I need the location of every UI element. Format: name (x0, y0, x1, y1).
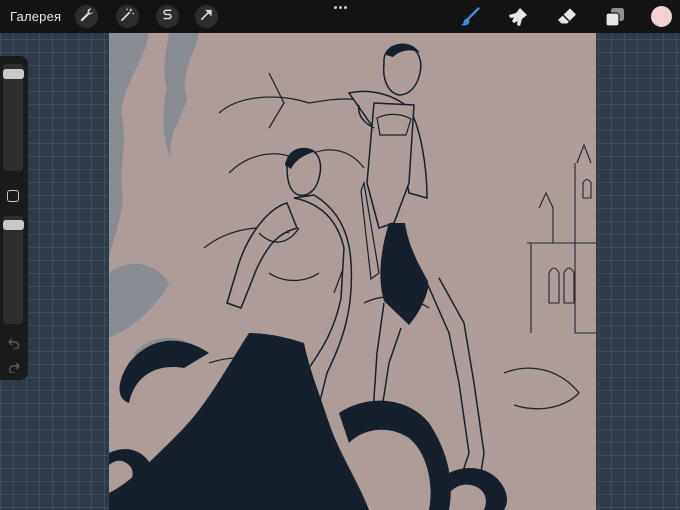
arrow-cursor-icon (199, 7, 214, 27)
dot-icon (338, 5, 342, 9)
color-picker-button[interactable] (651, 6, 672, 27)
brush-size-slider[interactable] (3, 64, 24, 171)
brush-size-thumb[interactable] (3, 69, 24, 79)
selection-s-icon (160, 7, 175, 27)
magic-wand-icon (120, 7, 135, 27)
modify-button[interactable] (7, 190, 19, 202)
actions-button[interactable] (75, 5, 98, 28)
smudge-tool-button[interactable] (506, 5, 530, 29)
gallery-button[interactable]: Галерея (10, 9, 61, 24)
castle-drawing (527, 143, 596, 334)
eraser-tool-button[interactable] (555, 5, 579, 29)
undo-button[interactable] (7, 336, 21, 350)
more-options-button[interactable] (332, 2, 348, 12)
transform-button[interactable] (195, 5, 218, 28)
selection-button[interactable] (156, 5, 179, 28)
layers-button[interactable] (603, 5, 627, 29)
smudge-icon (506, 8, 530, 33)
brush-icon (458, 7, 482, 33)
opacity-thumb[interactable] (3, 220, 24, 230)
layers-icon (603, 8, 627, 33)
brush-tool-button[interactable] (458, 5, 482, 29)
eraser-icon (555, 8, 579, 33)
undo-icon (7, 336, 21, 353)
left-sidebar (0, 56, 28, 380)
dot-icon (333, 5, 337, 9)
redo-button[interactable] (7, 360, 21, 374)
adjustments-button[interactable] (116, 5, 139, 28)
top-toolbar: Галерея (0, 0, 680, 33)
dot-icon (343, 5, 347, 9)
line-art-illustration (109, 33, 596, 510)
wrench-icon (79, 7, 94, 27)
opacity-slider[interactable] (3, 216, 24, 324)
rock-formation (109, 33, 199, 371)
drawing-canvas[interactable] (109, 33, 596, 510)
redo-icon (7, 360, 21, 377)
